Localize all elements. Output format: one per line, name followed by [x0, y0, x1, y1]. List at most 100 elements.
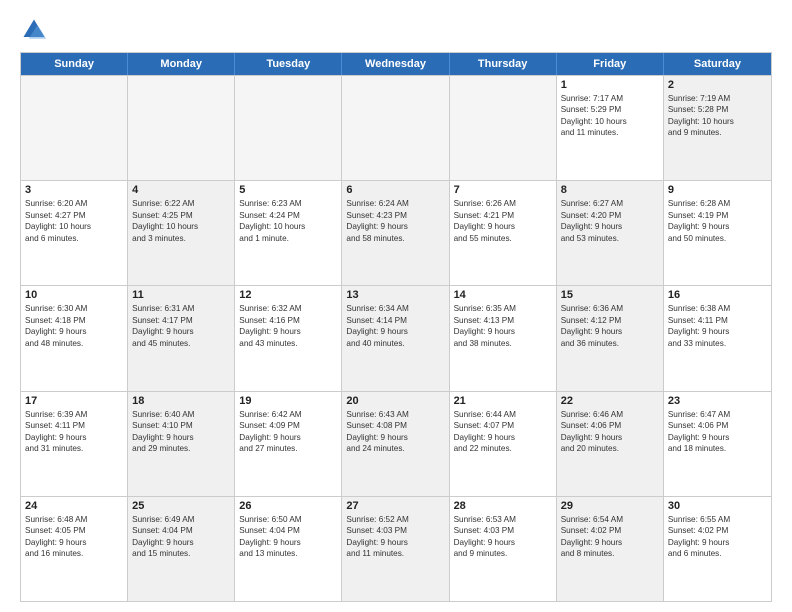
cal-cell: 30 Sunrise: 6:55 AM Sunset: 4:02 PM Dayli… [664, 497, 771, 601]
cal-cell: 28 Sunrise: 6:53 AM Sunset: 4:03 PM Dayli… [450, 497, 557, 601]
day-info: Sunrise: 6:55 AM Sunset: 4:02 PM Dayligh… [668, 514, 767, 560]
day-info: Sunrise: 6:34 AM Sunset: 4:14 PM Dayligh… [346, 303, 444, 349]
day-number: 13 [346, 289, 444, 301]
day-info: Sunrise: 6:44 AM Sunset: 4:07 PM Dayligh… [454, 409, 552, 455]
day-number: 7 [454, 184, 552, 196]
day-info: Sunrise: 6:52 AM Sunset: 4:03 PM Dayligh… [346, 514, 444, 560]
cal-row: 1 Sunrise: 7:17 AM Sunset: 5:29 PM Daylig… [21, 75, 771, 180]
logo-icon [20, 16, 48, 44]
cal-cell: 3 Sunrise: 6:20 AM Sunset: 4:27 PM Daylig… [21, 181, 128, 285]
cal-cell: 11 Sunrise: 6:31 AM Sunset: 4:17 PM Dayli… [128, 286, 235, 390]
cal-cell: 2 Sunrise: 7:19 AM Sunset: 5:28 PM Daylig… [664, 76, 771, 180]
cal-cell: 23Sunrise: 6:47 AM Sunset: 4:06 PM Dayli… [664, 392, 771, 496]
day-info: Sunrise: 6:54 AM Sunset: 4:02 PM Dayligh… [561, 514, 659, 560]
cal-cell: 19 Sunrise: 6:42 AM Sunset: 4:09 PM Dayli… [235, 392, 342, 496]
day-number: 4 [132, 184, 230, 196]
day-info: Sunrise: 6:36 AM Sunset: 4:12 PM Dayligh… [561, 303, 659, 349]
day-info: Sunrise: 6:22 AM Sunset: 4:25 PM Dayligh… [132, 198, 230, 244]
day-info: Sunrise: 6:32 AM Sunset: 4:16 PM Dayligh… [239, 303, 337, 349]
cal-cell: 13 Sunrise: 6:34 AM Sunset: 4:14 PM Dayli… [342, 286, 449, 390]
day-number: 11 [132, 289, 230, 301]
cal-header-cell: Friday [557, 53, 664, 75]
day-info: Sunrise: 6:50 AM Sunset: 4:04 PM Dayligh… [239, 514, 337, 560]
day-number: 17 [25, 395, 123, 407]
day-info: Sunrise: 6:47 AM Sunset: 4:06 PM Dayligh… [668, 409, 767, 455]
cal-cell: 29 Sunrise: 6:54 AM Sunset: 4:02 PM Dayli… [557, 497, 664, 601]
cal-cell: 22 Sunrise: 6:46 AM Sunset: 4:06 PM Dayli… [557, 392, 664, 496]
cal-row: 24Sunrise: 6:48 AM Sunset: 4:05 PM Dayli… [21, 496, 771, 601]
cal-cell: 4 Sunrise: 6:22 AM Sunset: 4:25 PM Daylig… [128, 181, 235, 285]
cal-row: 17 Sunrise: 6:39 AM Sunset: 4:11 PM Dayli… [21, 391, 771, 496]
day-number: 10 [25, 289, 123, 301]
cal-header-cell: Wednesday [342, 53, 449, 75]
day-info: Sunrise: 6:53 AM Sunset: 4:03 PM Dayligh… [454, 514, 552, 560]
cal-cell: 6Sunrise: 6:24 AM Sunset: 4:23 PM Daylig… [342, 181, 449, 285]
cal-cell: 10 Sunrise: 6:30 AM Sunset: 4:18 PM Dayli… [21, 286, 128, 390]
day-number: 16 [668, 289, 767, 301]
day-number: 14 [454, 289, 552, 301]
day-info: Sunrise: 6:43 AM Sunset: 4:08 PM Dayligh… [346, 409, 444, 455]
day-number: 26 [239, 500, 337, 512]
day-number: 3 [25, 184, 123, 196]
day-info: Sunrise: 6:42 AM Sunset: 4:09 PM Dayligh… [239, 409, 337, 455]
day-number: 30 [668, 500, 767, 512]
cal-cell: 17 Sunrise: 6:39 AM Sunset: 4:11 PM Dayli… [21, 392, 128, 496]
day-number: 22 [561, 395, 659, 407]
day-info: Sunrise: 6:38 AM Sunset: 4:11 PM Dayligh… [668, 303, 767, 349]
calendar: SundayMondayTuesdayWednesdayThursdayFrid… [20, 52, 772, 602]
calendar-header: SundayMondayTuesdayWednesdayThursdayFrid… [21, 53, 771, 75]
cal-cell: 26 Sunrise: 6:50 AM Sunset: 4:04 PM Dayli… [235, 497, 342, 601]
cal-cell: 12 Sunrise: 6:32 AM Sunset: 4:16 PM Dayli… [235, 286, 342, 390]
cal-cell: 7 Sunrise: 6:26 AM Sunset: 4:21 PM Daylig… [450, 181, 557, 285]
cal-cell [342, 76, 449, 180]
header [20, 16, 772, 44]
day-number: 8 [561, 184, 659, 196]
cal-cell: 8Sunrise: 6:27 AM Sunset: 4:20 PM Daylig… [557, 181, 664, 285]
day-info: Sunrise: 6:31 AM Sunset: 4:17 PM Dayligh… [132, 303, 230, 349]
cal-cell: 14Sunrise: 6:35 AM Sunset: 4:13 PM Dayli… [450, 286, 557, 390]
day-number: 18 [132, 395, 230, 407]
day-number: 24 [25, 500, 123, 512]
cal-header-cell: Thursday [450, 53, 557, 75]
day-info: Sunrise: 7:17 AM Sunset: 5:29 PM Dayligh… [561, 93, 659, 139]
cal-cell [21, 76, 128, 180]
cal-cell: 18Sunrise: 6:40 AM Sunset: 4:10 PM Dayli… [128, 392, 235, 496]
day-number: 27 [346, 500, 444, 512]
cal-header-cell: Saturday [664, 53, 771, 75]
cal-header-cell: Sunday [21, 53, 128, 75]
day-info: Sunrise: 6:39 AM Sunset: 4:11 PM Dayligh… [25, 409, 123, 455]
cal-cell: 25 Sunrise: 6:49 AM Sunset: 4:04 PM Dayli… [128, 497, 235, 601]
day-info: Sunrise: 6:30 AM Sunset: 4:18 PM Dayligh… [25, 303, 123, 349]
day-number: 9 [668, 184, 767, 196]
cal-cell: 21Sunrise: 6:44 AM Sunset: 4:07 PM Dayli… [450, 392, 557, 496]
day-number: 15 [561, 289, 659, 301]
day-number: 5 [239, 184, 337, 196]
cal-cell: 27 Sunrise: 6:52 AM Sunset: 4:03 PM Dayli… [342, 497, 449, 601]
day-number: 2 [668, 79, 767, 91]
day-number: 19 [239, 395, 337, 407]
day-number: 25 [132, 500, 230, 512]
cal-row: 10 Sunrise: 6:30 AM Sunset: 4:18 PM Dayli… [21, 285, 771, 390]
day-number: 12 [239, 289, 337, 301]
cal-cell: 16 Sunrise: 6:38 AM Sunset: 4:11 PM Dayli… [664, 286, 771, 390]
day-info: Sunrise: 6:28 AM Sunset: 4:19 PM Dayligh… [668, 198, 767, 244]
day-info: Sunrise: 6:26 AM Sunset: 4:21 PM Dayligh… [454, 198, 552, 244]
cal-cell: 5 Sunrise: 6:23 AM Sunset: 4:24 PM Daylig… [235, 181, 342, 285]
day-number: 29 [561, 500, 659, 512]
day-number: 1 [561, 79, 659, 91]
cal-cell: 9 Sunrise: 6:28 AM Sunset: 4:19 PM Daylig… [664, 181, 771, 285]
day-info: Sunrise: 6:46 AM Sunset: 4:06 PM Dayligh… [561, 409, 659, 455]
cal-cell: 20 Sunrise: 6:43 AM Sunset: 4:08 PM Dayli… [342, 392, 449, 496]
day-info: Sunrise: 7:19 AM Sunset: 5:28 PM Dayligh… [668, 93, 767, 139]
day-info: Sunrise: 6:23 AM Sunset: 4:24 PM Dayligh… [239, 198, 337, 244]
page: SundayMondayTuesdayWednesdayThursdayFrid… [0, 0, 792, 612]
cal-cell [450, 76, 557, 180]
day-number: 20 [346, 395, 444, 407]
logo [20, 16, 54, 44]
day-info: Sunrise: 6:49 AM Sunset: 4:04 PM Dayligh… [132, 514, 230, 560]
calendar-body: 1 Sunrise: 7:17 AM Sunset: 5:29 PM Daylig… [21, 75, 771, 601]
cal-row: 3 Sunrise: 6:20 AM Sunset: 4:27 PM Daylig… [21, 180, 771, 285]
day-info: Sunrise: 6:20 AM Sunset: 4:27 PM Dayligh… [25, 198, 123, 244]
day-number: 28 [454, 500, 552, 512]
cal-cell: 24Sunrise: 6:48 AM Sunset: 4:05 PM Dayli… [21, 497, 128, 601]
